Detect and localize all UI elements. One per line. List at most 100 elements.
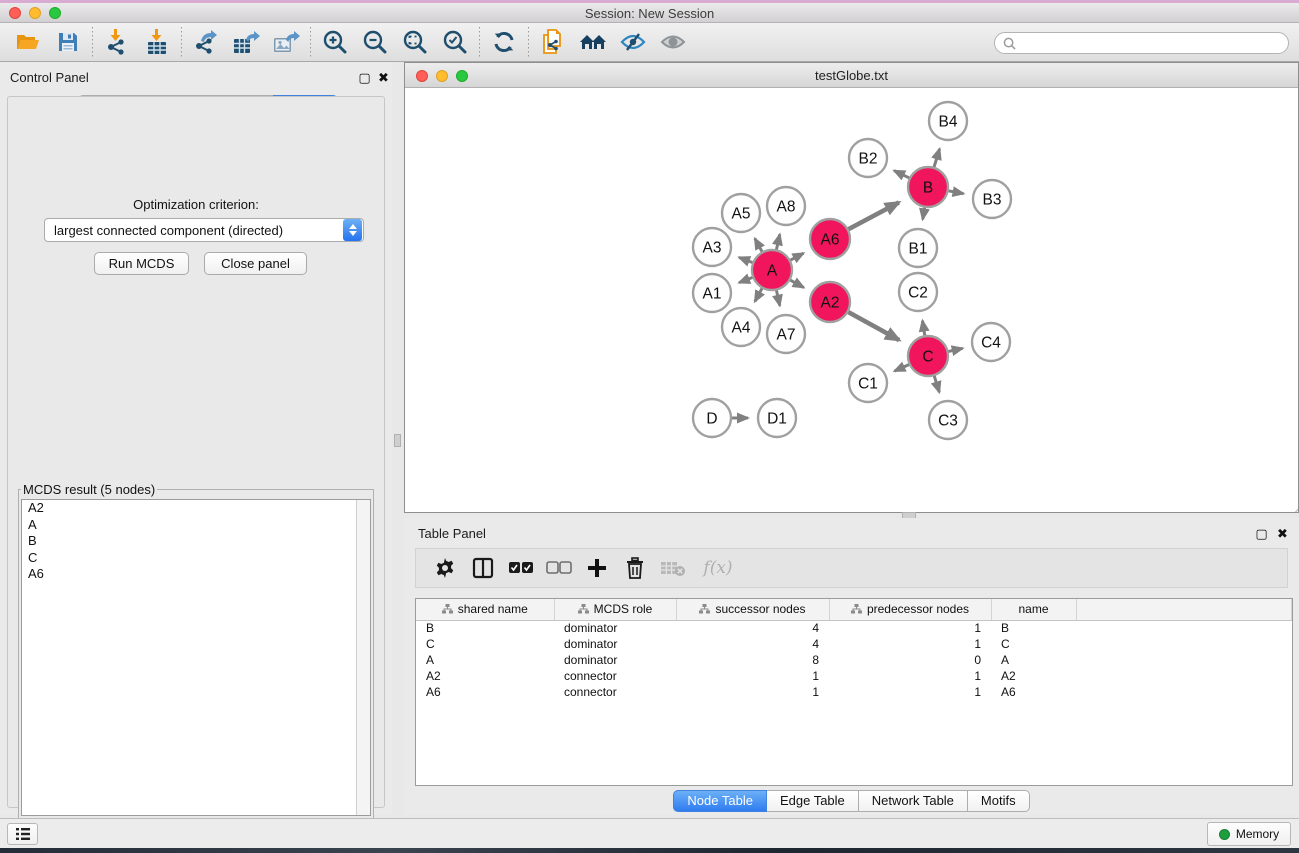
edge-A-A1[interactable] xyxy=(739,277,753,282)
cell-name[interactable]: B xyxy=(991,620,1076,636)
close-table-panel-icon[interactable]: ✖ xyxy=(1275,526,1290,541)
edge-A6-B[interactable] xyxy=(848,202,899,229)
function-builder-button[interactable]: f(x) xyxy=(692,551,744,585)
column-header-MCDS-role[interactable]: MCDS role xyxy=(554,599,676,620)
zoom-out-button[interactable] xyxy=(355,25,395,59)
cell-successor-nodes[interactable]: 4 xyxy=(676,620,829,636)
edge-A-A4[interactable] xyxy=(755,288,763,302)
add-column-button[interactable] xyxy=(578,551,616,585)
cell-MCDS-role[interactable]: dominator xyxy=(554,652,676,668)
cell-predecessor-nodes[interactable]: 0 xyxy=(829,652,991,668)
cell-MCDS-role[interactable]: connector xyxy=(554,684,676,700)
table-row[interactable]: Adominator80A xyxy=(416,652,1292,668)
edge-B-B2[interactable] xyxy=(894,171,910,179)
edge-A2-C[interactable] xyxy=(848,312,900,340)
table-row[interactable]: Bdominator41B xyxy=(416,620,1292,636)
cell-predecessor-nodes[interactable]: 1 xyxy=(829,668,991,684)
export-table-button[interactable] xyxy=(226,25,266,59)
cell-MCDS-role[interactable]: dominator xyxy=(554,636,676,652)
column-header-successor-nodes[interactable]: successor nodes xyxy=(676,599,829,620)
export-image-button[interactable] xyxy=(266,25,306,59)
cell-shared-name[interactable]: C xyxy=(416,636,554,652)
column-header-shared-name[interactable]: shared name xyxy=(416,599,554,620)
node-table[interactable]: shared nameMCDS rolesuccessor nodesprede… xyxy=(415,598,1293,786)
cell-shared-name[interactable]: A2 xyxy=(416,668,554,684)
edge-C-C1[interactable] xyxy=(894,364,909,371)
result-item[interactable]: C xyxy=(22,550,370,567)
mcds-result-list[interactable]: A2ABCA6 xyxy=(21,499,371,816)
zoom-in-button[interactable] xyxy=(315,25,355,59)
show-task-history-button[interactable] xyxy=(7,823,38,845)
float-panel-icon[interactable]: ▢ xyxy=(357,70,372,85)
run-mcds-button[interactable]: Run MCDS xyxy=(94,252,189,275)
search-input[interactable] xyxy=(1021,36,1280,50)
delete-table-button[interactable] xyxy=(654,551,692,585)
import-table-button[interactable] xyxy=(137,25,177,59)
edge-C-C2[interactable] xyxy=(922,321,924,337)
cell-name[interactable]: A2 xyxy=(991,668,1076,684)
result-item[interactable]: A2 xyxy=(22,500,370,517)
edge-A-A5[interactable] xyxy=(755,238,763,252)
clear-selection-button[interactable] xyxy=(540,551,578,585)
result-item[interactable]: A xyxy=(22,517,370,534)
column-header-predecessor-nodes[interactable]: predecessor nodes xyxy=(829,599,991,620)
tab-motifs[interactable]: Motifs xyxy=(968,790,1030,812)
save-session-button[interactable] xyxy=(48,25,88,59)
refresh-button[interactable] xyxy=(484,25,524,59)
cell-shared-name[interactable]: B xyxy=(416,620,554,636)
resize-grip-icon[interactable] xyxy=(1284,498,1298,512)
edge-A-A6[interactable] xyxy=(790,253,804,260)
close-panel-button[interactable]: Close panel xyxy=(204,252,307,275)
edge-A-A7[interactable] xyxy=(776,290,780,306)
cell-shared-name[interactable]: A xyxy=(416,652,554,668)
cell-successor-nodes[interactable]: 4 xyxy=(676,636,829,652)
duplicate-network-button[interactable] xyxy=(533,25,573,59)
import-network-button[interactable] xyxy=(97,25,137,59)
criterion-dropdown[interactable]: largest connected component (directed) xyxy=(44,218,364,242)
zoom-fit-button[interactable] xyxy=(395,25,435,59)
edge-B-B3[interactable] xyxy=(948,191,964,194)
edge-A-A3[interactable] xyxy=(739,257,753,262)
table-row[interactable]: A6connector11A6 xyxy=(416,684,1292,700)
table-row[interactable]: A2connector11A2 xyxy=(416,668,1292,684)
select-all-button[interactable] xyxy=(502,551,540,585)
tab-edge-table[interactable]: Edge Table xyxy=(767,790,859,812)
network-canvas[interactable]: B4B2BB3A8A5A6A3B1AA1C2A2A4A7C4CC1C3DD1 xyxy=(406,89,1297,517)
edge-A-A2[interactable] xyxy=(790,280,804,288)
edge-C-C3[interactable] xyxy=(934,375,939,392)
result-item[interactable]: A6 xyxy=(22,566,370,583)
cell-shared-name[interactable]: A6 xyxy=(416,684,554,700)
open-session-button[interactable] xyxy=(8,25,48,59)
result-scrollbar[interactable] xyxy=(356,500,370,815)
edge-A-A8[interactable] xyxy=(776,234,780,250)
table-row[interactable]: Cdominator41C xyxy=(416,636,1292,652)
search-field[interactable] xyxy=(994,32,1289,54)
tab-node-table[interactable]: Node Table xyxy=(673,790,767,812)
cell-predecessor-nodes[interactable]: 1 xyxy=(829,620,991,636)
cell-predecessor-nodes[interactable]: 1 xyxy=(829,636,991,652)
cell-MCDS-role[interactable]: dominator xyxy=(554,620,676,636)
export-network-button[interactable] xyxy=(186,25,226,59)
zoom-selected-button[interactable] xyxy=(435,25,475,59)
cell-MCDS-role[interactable]: connector xyxy=(554,668,676,684)
hide-graphics-details-button[interactable] xyxy=(613,25,653,59)
float-table-panel-icon[interactable]: ▢ xyxy=(1254,526,1269,541)
column-header-name[interactable]: name xyxy=(991,599,1076,620)
cell-name[interactable]: C xyxy=(991,636,1076,652)
cell-predecessor-nodes[interactable]: 1 xyxy=(829,684,991,700)
tab-network-table[interactable]: Network Table xyxy=(859,790,968,812)
cell-successor-nodes[interactable]: 1 xyxy=(676,668,829,684)
edge-C-C4[interactable] xyxy=(948,348,963,351)
show-hide-panels-button[interactable] xyxy=(573,25,613,59)
delete-columns-button[interactable] xyxy=(616,551,654,585)
vertical-divider-grip[interactable] xyxy=(394,434,401,447)
show-columns-button[interactable] xyxy=(464,551,502,585)
cell-successor-nodes[interactable]: 1 xyxy=(676,684,829,700)
result-item[interactable]: B xyxy=(22,533,370,550)
cell-name[interactable]: A xyxy=(991,652,1076,668)
cell-name[interactable]: A6 xyxy=(991,684,1076,700)
memory-button[interactable]: Memory xyxy=(1207,822,1291,846)
birds-eye-view-button[interactable] xyxy=(653,25,693,59)
edge-B-B1[interactable] xyxy=(923,207,925,220)
table-options-button[interactable] xyxy=(426,551,464,585)
